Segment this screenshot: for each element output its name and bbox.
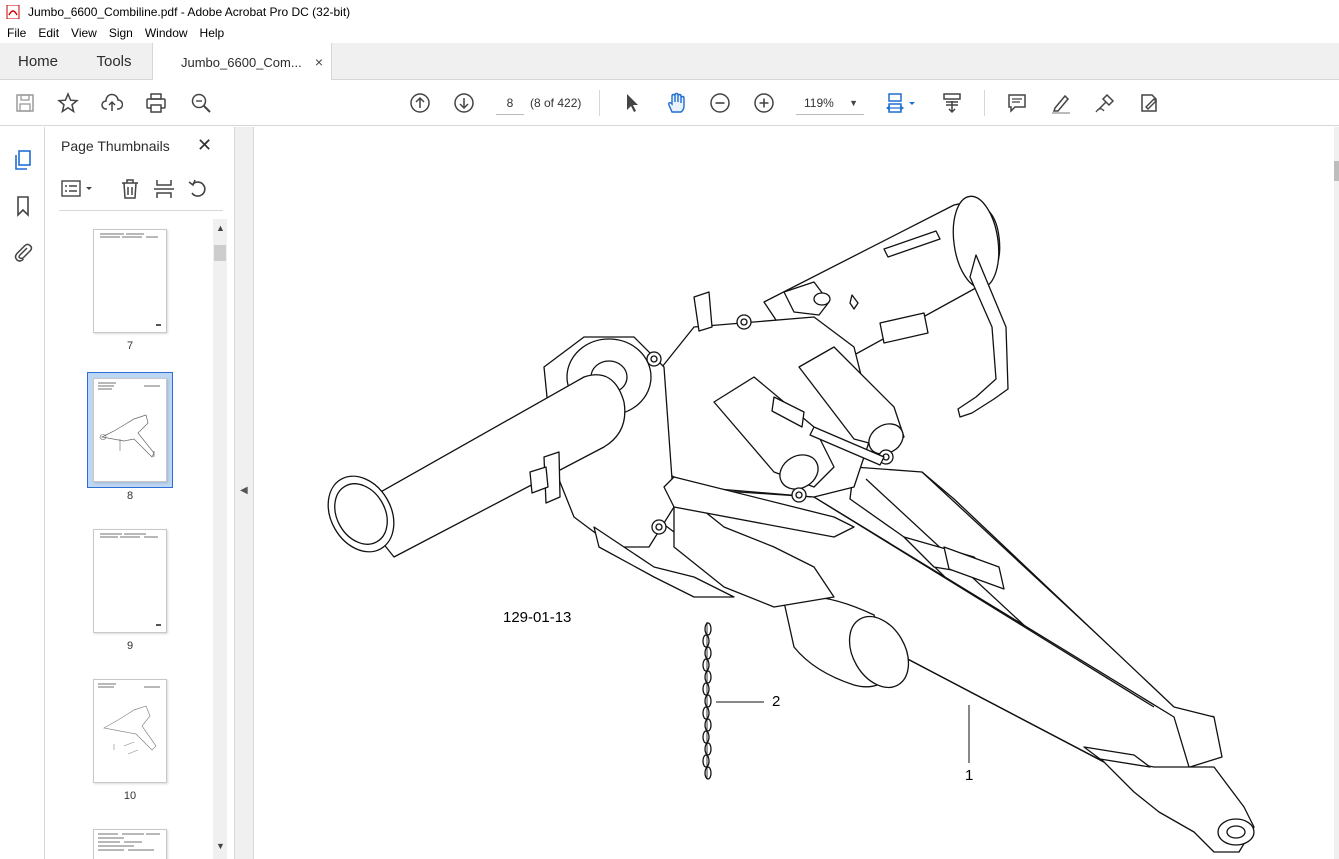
thumbnail-label: 10 bbox=[123, 790, 137, 802]
tab-bar: Home Tools Jumbo_6600_Com... × bbox=[0, 43, 1339, 81]
upload-cloud-icon[interactable] bbox=[99, 90, 125, 116]
callout-1: 1 bbox=[965, 767, 974, 784]
close-icon[interactable]: ✕ bbox=[197, 135, 212, 156]
menu-window[interactable]: Window bbox=[140, 26, 193, 40]
zoom-out-icon[interactable] bbox=[707, 90, 733, 116]
panel-toolbar bbox=[59, 167, 223, 211]
tab-home[interactable]: Home bbox=[0, 43, 76, 80]
draw-pen-icon[interactable] bbox=[1092, 90, 1118, 116]
page-thumbnails-icon[interactable] bbox=[10, 147, 36, 173]
page-display-icon[interactable] bbox=[884, 90, 920, 116]
page-thumbnails-panel: Page Thumbnails ✕ 7 8 9 10 ▲ ▼ bbox=[45, 127, 235, 859]
title-bar: Jumbo_6600_Combiline.pdf - Adobe Acrobat… bbox=[0, 0, 1339, 23]
panel-collapse-handle[interactable]: ◀ bbox=[235, 127, 254, 859]
viewer-scroll-thumb[interactable] bbox=[1334, 161, 1339, 181]
thumbnail-page-8[interactable] bbox=[93, 378, 167, 482]
window-title: Jumbo_6600_Combiline.pdf - Adobe Acrobat… bbox=[28, 4, 351, 19]
scroll-down-icon[interactable]: ▼ bbox=[216, 841, 225, 851]
zoom-search-icon[interactable] bbox=[188, 90, 214, 116]
zoom-level-select[interactable]: 119% ▼ bbox=[796, 91, 864, 115]
fill-sign-icon[interactable] bbox=[1136, 90, 1162, 116]
star-icon[interactable] bbox=[55, 90, 81, 116]
menu-edit[interactable]: Edit bbox=[33, 26, 64, 40]
zoom-in-icon[interactable] bbox=[751, 90, 777, 116]
left-rail bbox=[0, 127, 45, 859]
viewer-scrollbar[interactable] bbox=[1334, 127, 1339, 859]
thumbnail-page-10[interactable] bbox=[93, 679, 167, 783]
zoom-level-value: 119% bbox=[804, 96, 834, 110]
hand-tool-icon[interactable] bbox=[663, 90, 689, 116]
menu-sign[interactable]: Sign bbox=[104, 26, 138, 40]
toolbar-divider bbox=[984, 90, 985, 116]
scroll-thumb[interactable] bbox=[214, 245, 226, 261]
main-toolbar: 8 (8 of 422) 119% ▼ bbox=[0, 80, 1339, 126]
thumbnail-page-7[interactable] bbox=[93, 229, 167, 333]
callout-2: 2 bbox=[772, 693, 781, 710]
extract-pages-icon[interactable] bbox=[153, 178, 175, 205]
menu-view[interactable]: View bbox=[66, 26, 102, 40]
comment-icon[interactable] bbox=[1004, 90, 1030, 116]
menu-help[interactable]: Help bbox=[195, 26, 230, 40]
thumbnail-page-9[interactable] bbox=[93, 529, 167, 633]
bookmark-icon[interactable] bbox=[10, 193, 36, 219]
acrobat-icon bbox=[6, 4, 20, 19]
delete-icon[interactable] bbox=[119, 178, 141, 205]
thumbnail-list: 7 8 9 10 bbox=[45, 219, 215, 859]
chevron-down-icon: ▼ bbox=[849, 98, 858, 108]
previous-page-icon[interactable] bbox=[407, 90, 433, 116]
menu-file[interactable]: File bbox=[2, 26, 31, 40]
scroll-mode-icon[interactable] bbox=[939, 90, 965, 116]
print-icon[interactable] bbox=[143, 90, 169, 116]
panel-title: Page Thumbnails bbox=[61, 138, 170, 154]
technical-drawing bbox=[327, 195, 1255, 853]
tab-document-label: Jumbo_6600_Com... bbox=[181, 54, 302, 70]
rotate-icon[interactable] bbox=[187, 178, 209, 205]
save-icon[interactable] bbox=[12, 90, 38, 116]
thumbnail-scrollbar[interactable]: ▲ ▼ bbox=[213, 219, 227, 859]
menu-bar: File Edit View Sign Window Help bbox=[0, 23, 1339, 43]
page-count: (8 of 422) bbox=[530, 96, 582, 110]
toolbar-divider bbox=[599, 90, 600, 116]
attachment-icon[interactable] bbox=[10, 239, 36, 265]
thumbnail-page-11[interactable] bbox=[93, 829, 167, 859]
thumbnail-label: 9 bbox=[126, 640, 134, 652]
tab-document[interactable]: Jumbo_6600_Com... × bbox=[152, 43, 332, 81]
tab-close-icon[interactable]: × bbox=[315, 54, 323, 70]
document-viewer[interactable]: 129-01-13 2 1 bbox=[254, 127, 1339, 859]
thumbnail-label: 7 bbox=[126, 340, 134, 352]
select-arrow-icon[interactable] bbox=[619, 90, 645, 116]
highlight-pen-icon[interactable] bbox=[1048, 90, 1074, 116]
tab-tools[interactable]: Tools bbox=[76, 43, 152, 80]
collapse-arrow-icon[interactable]: ◀ bbox=[240, 485, 248, 496]
drawing-reference-number: 129-01-13 bbox=[503, 609, 572, 626]
thumbnail-label: 8 bbox=[126, 490, 134, 502]
scroll-up-icon[interactable]: ▲ bbox=[216, 223, 225, 233]
page-number-input[interactable]: 8 bbox=[496, 91, 524, 115]
next-page-icon[interactable] bbox=[451, 90, 477, 116]
thumbnail-options-icon[interactable] bbox=[61, 179, 95, 204]
